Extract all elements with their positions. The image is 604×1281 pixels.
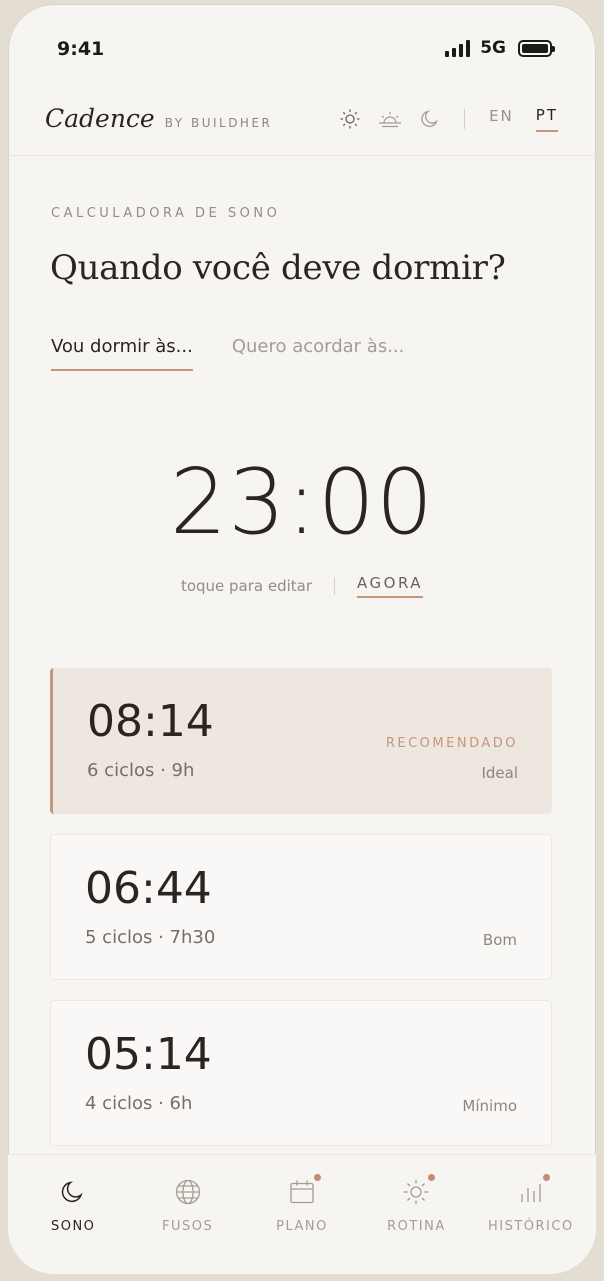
quality-label: Ideal [481, 764, 518, 782]
nav-label: SONO [50, 1219, 96, 1234]
status-indicators: 5G [445, 38, 555, 58]
lang-pt-button[interactable]: PT [535, 106, 558, 132]
edit-divider [334, 577, 336, 595]
nav-item-fusos[interactable]: FUSOS [130, 1155, 244, 1274]
lang-en-button[interactable]: EN [489, 107, 514, 131]
header-controls: EN PT [322, 106, 558, 132]
brand-subtitle: BY BUILDHER [164, 116, 273, 130]
time-edit-row: toque para editar AGORA [8, 574, 596, 598]
moon-icon[interactable] [418, 107, 442, 131]
result-card-recommended[interactable]: 08:14 6 ciclos · 9h RECOMENDADO Ideal [50, 668, 552, 814]
nav-item-rotina[interactable]: ROTINA [359, 1155, 473, 1274]
brand-logo: Cadence BY BUILDHER [45, 104, 272, 133]
notification-dot [428, 1174, 436, 1181]
moon-icon [58, 1177, 88, 1207]
wake-time: 08:14 [87, 696, 214, 747]
network-label: 5G [480, 38, 506, 58]
globe-icon [173, 1177, 203, 1207]
wake-time: 05:14 [85, 1029, 212, 1080]
mode-tabs: Vou dormir às... Quero acordar às... [51, 336, 404, 371]
calendar-icon [287, 1174, 322, 1207]
edit-hint: toque para editar [180, 577, 313, 595]
recommended-badge: RECOMENDADO [385, 736, 518, 751]
nav-item-plano[interactable]: PLANO [245, 1155, 359, 1274]
nav-label: ROTINA [387, 1219, 446, 1234]
signal-icon [445, 39, 471, 57]
cycles-info: 5 ciclos · 7h30 [85, 927, 216, 948]
status-time: 9:41 [57, 38, 105, 60]
now-button[interactable]: AGORA [357, 574, 424, 598]
bedtime-display[interactable]: 23:00 [8, 450, 596, 555]
sun-icon[interactable] [338, 107, 362, 131]
wake-time: 06:44 [85, 863, 212, 914]
section-eyebrow: CALCULADORA DE SONO [51, 206, 281, 221]
sun-icon [401, 1174, 436, 1207]
notification-dot [314, 1174, 322, 1181]
bottom-nav: SONO FUSOS PLANO ROTINA HISTÓRICO [8, 1154, 596, 1274]
nav-label: PLANO [276, 1219, 328, 1234]
nav-item-historico[interactable]: HISTÓRICO [474, 1155, 588, 1274]
phone-screen: 9:41 5G Cadence BY BUILDHER EN PT CALCUL… [8, 4, 596, 1274]
battery-icon [518, 39, 555, 57]
page-title: Quando você deve dormir? [50, 248, 506, 288]
quality-label: Bom [482, 931, 517, 949]
nav-label: HISTÓRICO [487, 1219, 574, 1234]
app-header: Cadence BY BUILDHER EN PT [8, 92, 596, 156]
result-card[interactable]: 05:14 4 ciclos · 6h Mínimo [50, 1000, 552, 1146]
status-bar: 9:41 5G [8, 4, 596, 84]
sunset-icon[interactable] [378, 107, 402, 131]
tab-going-to-sleep[interactable]: Vou dormir às... [51, 336, 193, 371]
notification-dot [542, 1174, 550, 1181]
cycles-info: 4 ciclos · 6h [85, 1093, 193, 1114]
brand-name: Cadence [45, 104, 155, 133]
nav-label: FUSOS [161, 1219, 214, 1234]
tab-want-to-wake[interactable]: Quero acordar às... [232, 336, 405, 371]
bar-chart-icon [516, 1174, 550, 1207]
quality-label: Mínimo [462, 1097, 517, 1115]
nav-item-sono[interactable]: SONO [16, 1155, 130, 1274]
header-divider [464, 109, 466, 129]
cycles-info: 6 ciclos · 9h [87, 760, 195, 781]
result-card[interactable]: 06:44 5 ciclos · 7h30 Bom [50, 834, 552, 980]
